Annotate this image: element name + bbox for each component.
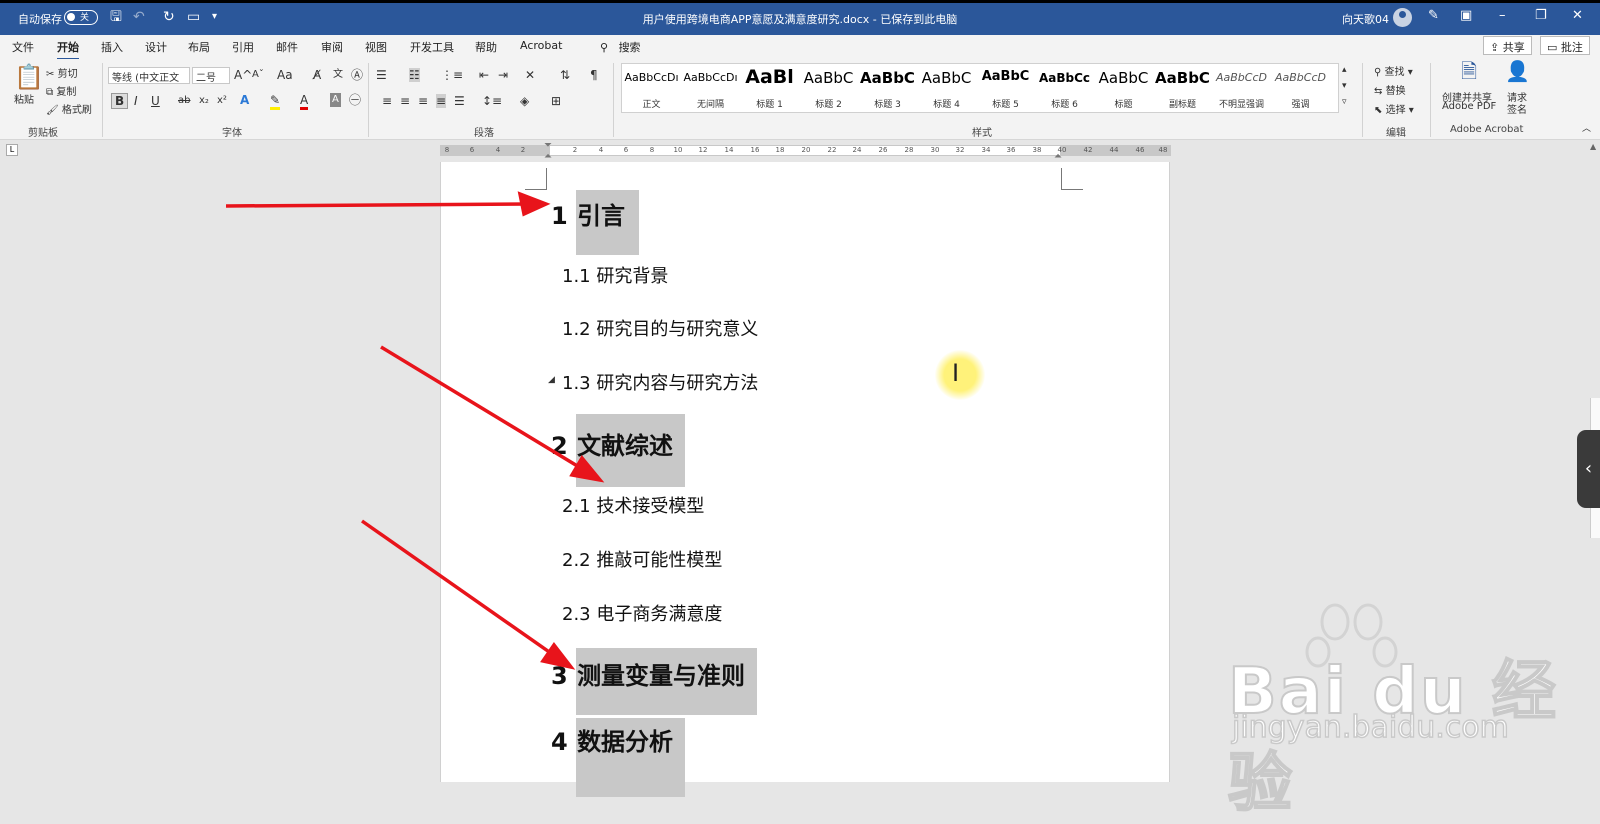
- arrowhead-2: [569, 454, 605, 483]
- text-cursor-icon: I: [952, 359, 960, 387]
- arrow-to-heading-3: [360, 519, 557, 658]
- watermark-url: jingyan.baidu.com: [1231, 709, 1509, 746]
- scroll-up-icon[interactable]: ▲: [1590, 142, 1596, 151]
- side-panel-toggle[interactable]: ‹: [1577, 430, 1600, 508]
- cursor-highlight: [935, 350, 985, 400]
- arrowhead-1: [517, 191, 551, 217]
- chevron-left-icon: ‹: [1584, 458, 1593, 479]
- arrow-to-heading-2: [380, 345, 585, 472]
- arrowhead-3: [540, 642, 576, 670]
- arrow-to-heading-1: [225, 202, 529, 208]
